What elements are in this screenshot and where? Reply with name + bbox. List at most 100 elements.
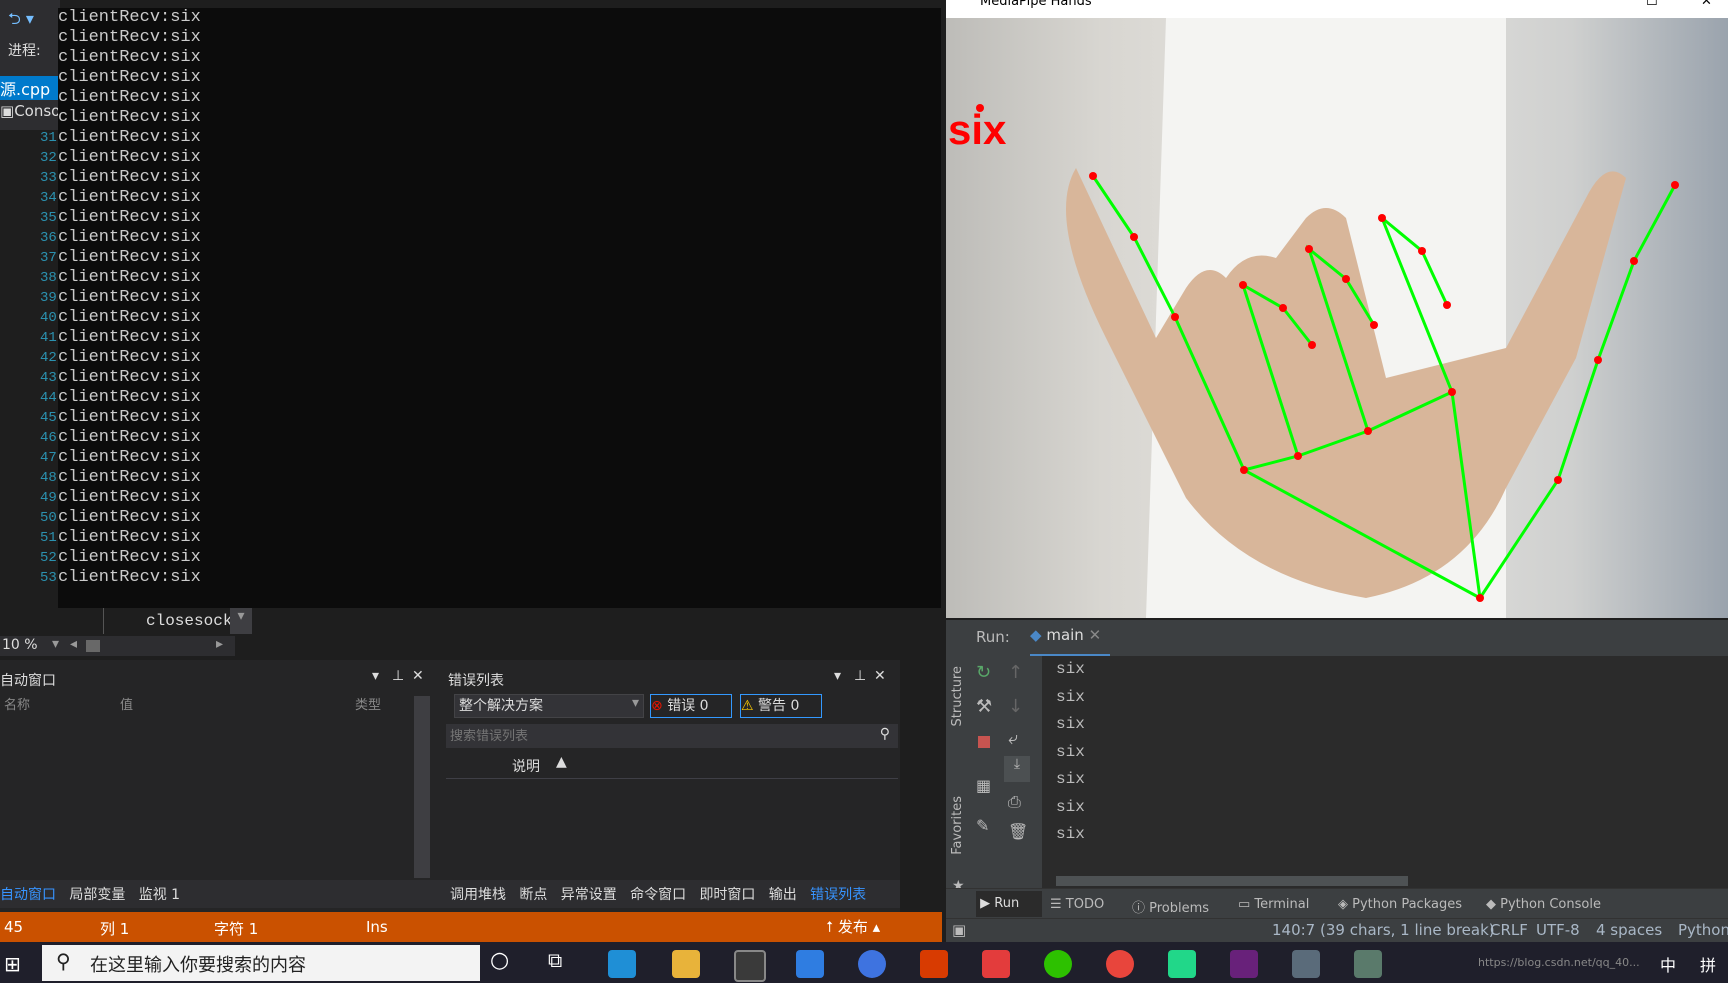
soft-wrap-icon[interactable]: ⤶ xyxy=(1008,728,1018,749)
scope-dropdown[interactable]: 整个解决方案 ▾ xyxy=(454,694,644,718)
zoom-bar: 10 % ▾ ◂ ▸ xyxy=(0,636,235,656)
v-scrollbar[interactable] xyxy=(414,696,430,878)
stop-icon[interactable] xyxy=(978,736,990,748)
tab-main[interactable]: ◆ main ✕ xyxy=(1030,626,1110,657)
status-line: 45 xyxy=(4,918,24,936)
tab-locals[interactable]: 局部变量 xyxy=(69,887,125,903)
pin-icon[interactable]: ⊥ xyxy=(392,668,404,684)
search-icon[interactable]: ⚲ xyxy=(880,726,890,742)
task-view-icon[interactable]: ⧉ xyxy=(548,948,562,972)
line-number-gutter: 31 32 33 34 35 36 37 38 39 40 41 42 43 44 45 46 47 48 49 50… xyxy=(0,130,60,650)
cortana-icon[interactable]: ○ xyxy=(490,948,509,973)
taskbar-search-placeholder: 在这里输入你要搜索的内容 xyxy=(90,955,306,976)
tab-terminal[interactable]: ▭ Terminal xyxy=(1238,897,1309,912)
dropdown-arrow-icon[interactable]: ▾ xyxy=(230,608,252,634)
tab-watch-1[interactable]: 监视 1 xyxy=(139,887,180,903)
favorites-tool[interactable]: Favorites xyxy=(950,796,965,855)
arrow-down-icon[interactable]: ↓ xyxy=(1008,696,1023,717)
close-icon[interactable]: ✕ xyxy=(1701,0,1712,9)
wrench-icon[interactable]: ⚒ xyxy=(976,696,992,717)
windows-start-icon[interactable]: ⊞ xyxy=(4,952,21,976)
ime-mode-indicator[interactable]: 拼 xyxy=(1700,952,1716,976)
error-search-input[interactable] xyxy=(448,726,852,746)
office-icon[interactable] xyxy=(920,950,948,978)
scroll-left-icon[interactable]: ◂ xyxy=(70,636,77,652)
col-name-header[interactable]: 名称 xyxy=(4,694,30,713)
zoom-level[interactable]: 10 % xyxy=(2,637,38,653)
tab-command-window[interactable]: 命令窗口 xyxy=(630,887,686,903)
store-icon[interactable] xyxy=(734,950,766,982)
file-encoding[interactable]: UTF-8 xyxy=(1536,921,1580,939)
tab-output[interactable]: 输出 xyxy=(769,887,797,903)
close-icon[interactable]: ✕ xyxy=(874,668,886,684)
tab-breakpoints[interactable]: 断点 xyxy=(519,887,547,903)
landmark-point xyxy=(1370,321,1378,329)
tab-todo[interactable]: ☰ TODO xyxy=(1050,897,1104,912)
wps-icon[interactable] xyxy=(982,950,1010,978)
maximize-icon[interactable]: ☐ xyxy=(1646,0,1658,9)
chrome-icon[interactable] xyxy=(1106,950,1134,978)
tab-python-console[interactable]: ◆ Python Console xyxy=(1486,897,1601,912)
mail-icon[interactable] xyxy=(796,950,824,978)
layout-toggle-icon[interactable]: ▣ xyxy=(952,921,966,939)
error-search-box[interactable]: ⚲ xyxy=(446,724,898,748)
tab-python-packages[interactable]: ◈ Python Packages xyxy=(1338,897,1462,912)
back-nav-icon[interactable]: ⮌ ▾ xyxy=(8,8,48,30)
window-icon[interactable] xyxy=(1354,950,1382,978)
ime-indicator[interactable]: 中 xyxy=(1660,952,1676,976)
wechat-icon[interactable] xyxy=(1044,950,1072,978)
error-list-header: 说明 ▲ xyxy=(446,750,898,779)
app-icon[interactable] xyxy=(858,950,886,978)
tab-run[interactable]: ▶ Run xyxy=(976,891,1042,917)
code-editor-area[interactable]: closesocke ▾ xyxy=(58,608,941,634)
arrow-up-icon[interactable]: ↑ xyxy=(1008,662,1023,683)
console-line: clientRecv:six xyxy=(58,288,201,307)
line-number: 31 xyxy=(40,130,57,146)
tab-terminal-label: Terminal xyxy=(1254,897,1310,912)
col-type-header[interactable]: 类型 xyxy=(355,694,381,713)
rerun-icon[interactable]: ↻ xyxy=(976,662,991,683)
tab-problems[interactable]: ⓘ Problems xyxy=(1132,897,1209,916)
panel-menu-icon[interactable]: ▾ xyxy=(372,668,379,684)
zoom-dropdown-icon[interactable]: ▾ xyxy=(52,636,59,652)
tab-immediate-window[interactable]: 即时窗口 xyxy=(699,887,755,903)
close-tab-icon[interactable]: ✕ xyxy=(1089,626,1102,644)
tab-exception-settings[interactable]: 异常设置 xyxy=(561,887,617,903)
pin-icon[interactable]: ✎ xyxy=(976,816,989,835)
layout-icon[interactable]: ▦ xyxy=(976,776,991,795)
col-value-header[interactable]: 值 xyxy=(120,694,133,713)
indent-guide xyxy=(103,608,104,634)
errors-filter-button[interactable]: ⊗ 错误 0 xyxy=(650,694,732,718)
window-icon[interactable] xyxy=(1292,950,1320,978)
tab-console[interactable]: ▣Console xyxy=(0,102,58,124)
publish-button[interactable]: ⭡ 发布 ▴ xyxy=(826,916,880,937)
taskbar-search-box[interactable]: ⚲ 在这里输入你要搜索的内容 xyxy=(42,945,480,981)
warnings-filter-button[interactable]: ⚠ 警告 0 xyxy=(740,694,822,718)
line-separator[interactable]: CRLF xyxy=(1490,921,1528,939)
pycharm-icon[interactable] xyxy=(1168,950,1196,978)
visual-studio-icon[interactable] xyxy=(1230,950,1258,978)
print-icon[interactable]: ⎙ xyxy=(1008,792,1021,812)
close-icon[interactable]: ✕ xyxy=(412,668,424,684)
panel-menu-icon[interactable]: ▾ xyxy=(834,668,841,684)
indent-setting[interactable]: 4 spaces xyxy=(1596,921,1662,939)
trash-icon[interactable]: 🗑 xyxy=(1008,822,1028,841)
tab-call-stack[interactable]: 调用堆栈 xyxy=(450,887,506,903)
tab-source-cpp[interactable]: 源.cpp xyxy=(0,76,58,100)
caret-position[interactable]: 140:7 (39 chars, 1 line break) xyxy=(1272,921,1495,939)
col-desc-header[interactable]: 说明 xyxy=(512,756,540,776)
scroll-right-icon[interactable]: ▸ xyxy=(216,636,223,652)
landmark-point xyxy=(1171,313,1179,321)
h-scroll-thumb[interactable] xyxy=(86,640,100,652)
edge-icon[interactable] xyxy=(608,950,636,978)
tab-auto-window[interactable]: 自动窗口 xyxy=(0,887,56,903)
interpreter[interactable]: Python xyxy=(1678,921,1728,939)
file-explorer-icon[interactable] xyxy=(672,950,700,978)
error-list-title: 错误列表 xyxy=(448,673,504,689)
tab-error-list[interactable]: 错误列表 xyxy=(810,887,866,903)
structure-tool[interactable]: Structure xyxy=(950,666,965,726)
run-tool-buttons: ↻ ↑ ⚒ ↓ ⤶ ⤓ ▦ ⎙ ✎ 🗑 xyxy=(974,656,1042,906)
pin-icon[interactable]: ⊥ xyxy=(854,668,866,684)
h-scroll-thumb[interactable] xyxy=(1056,876,1408,886)
scroll-to-end-icon[interactable]: ⤓ xyxy=(1004,756,1030,782)
